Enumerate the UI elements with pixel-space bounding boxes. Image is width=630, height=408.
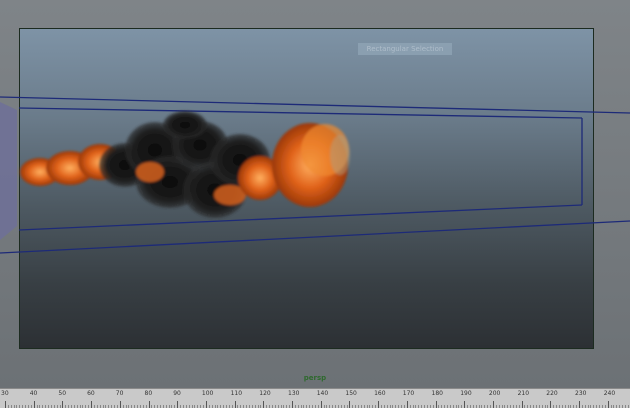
timeline-tick-label: 30 <box>1 390 9 397</box>
perspective-viewport[interactable]: Rectangular Selection persp <box>0 0 630 388</box>
timeline-tick-label: 70 <box>115 390 124 397</box>
emitter-shape[interactable] <box>0 102 17 240</box>
timeline-tick-label: 210 <box>517 390 530 397</box>
timeline-tick-label: 60 <box>87 390 95 397</box>
time-slider[interactable]: 30 40 50 60 70 80 90 100 110 120 130 140 150 160 170 18… <box>0 388 630 408</box>
timeline-tick-label: 110 <box>230 390 243 397</box>
timeline-tick-label: 130 <box>288 390 300 397</box>
fire-smoke-simulation[interactable] <box>20 111 350 218</box>
timeline-tick-label: 100 <box>201 390 214 397</box>
camera-name-label: persp <box>303 374 327 382</box>
hud-label: Rectangular Selection <box>358 43 452 55</box>
timeline-tick-label: 140 <box>316 390 329 397</box>
timeline-tick-label: 200 <box>488 390 501 397</box>
timeline-tick-label: 190 <box>460 390 472 397</box>
timeline-tick-label: 150 <box>345 390 357 397</box>
timeline-tick-label: 220 <box>546 390 558 397</box>
timeline-tick-label: 180 <box>431 390 443 397</box>
timeline-tick-label: 160 <box>374 390 386 397</box>
timeline-tick-label: 230 <box>575 390 587 397</box>
timeline-tick-label: 240 <box>603 390 616 397</box>
timeline-tick-label: 80 <box>144 390 153 397</box>
timeline-tick-label: 50 <box>58 390 67 397</box>
timeline-tick-label: 40 <box>29 390 38 397</box>
timeline-tick-label: 120 <box>259 390 271 397</box>
timeline-tick-label: 170 <box>402 390 415 397</box>
timeline-tick-label: 90 <box>173 390 181 397</box>
scene-canvas[interactable] <box>0 0 630 388</box>
